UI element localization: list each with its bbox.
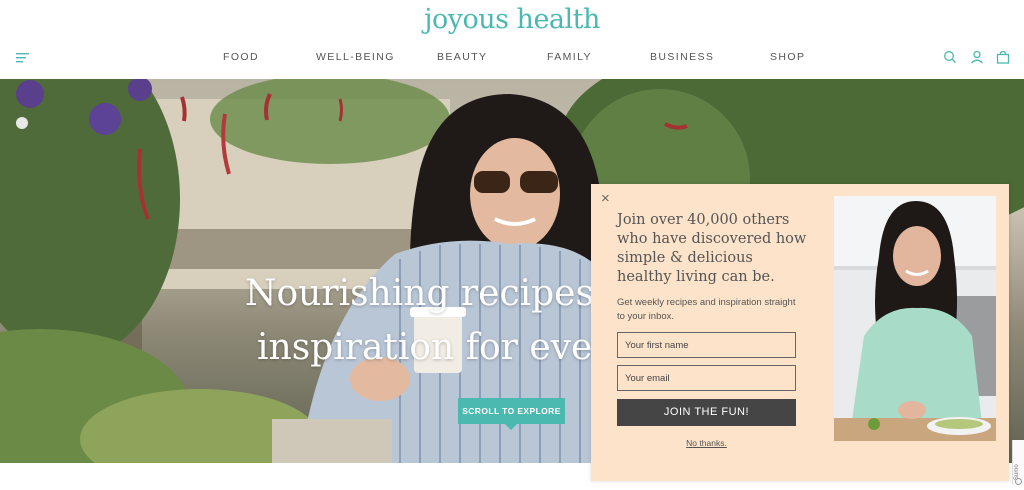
user-icon[interactable] (970, 50, 984, 64)
hero-headline-line-2: inspiration for every (257, 327, 630, 368)
scroll-to-explore-button[interactable]: SCROLL TO EXPLORE (458, 398, 565, 430)
nav-item-shop[interactable]: SHOP (770, 51, 805, 63)
nav-item-beauty[interactable]: BEAUTY (437, 51, 487, 63)
popup-subtext: Get weekly recipes and inspiration strai… (617, 297, 796, 322)
no-thanks-link[interactable]: No thanks. (617, 438, 796, 448)
close-icon[interactable]: × (601, 190, 610, 208)
first-name-input[interactable] (617, 332, 796, 358)
nav-item-well-being[interactable]: WELL-BEING (316, 51, 395, 63)
nav-item-family[interactable]: FAMILY (547, 51, 592, 63)
sumo-badge[interactable]: Sumo (1012, 440, 1024, 485)
hero-headline: Nourishing recipes a inspiration for eve… (245, 267, 645, 375)
nav-item-business[interactable]: BUSINESS (650, 51, 714, 63)
search-icon[interactable] (943, 50, 957, 64)
popup-photo (834, 196, 996, 441)
email-input[interactable] (617, 365, 796, 391)
popup-headline: Join over 40,000 others who have discove… (617, 212, 807, 285)
main-nav: FOOD WELL-BEING BEAUTY FAMILY BUSINESS S… (0, 51, 1024, 65)
hero-headline-line-1: Nourishing recipes a (245, 273, 627, 314)
newsletter-popup: × Join over 40,000 others who have disco… (591, 184, 1009, 481)
site-logo[interactable]: joyous health (0, 4, 1024, 35)
sumo-icon (1015, 478, 1022, 485)
nav-item-food[interactable]: FOOD (223, 51, 259, 63)
bag-icon[interactable] (996, 50, 1010, 64)
join-button[interactable]: JOIN THE FUN! (617, 399, 796, 426)
site-header: joyous health FOOD WELL-BEING BEAUTY FAM… (0, 0, 1024, 80)
